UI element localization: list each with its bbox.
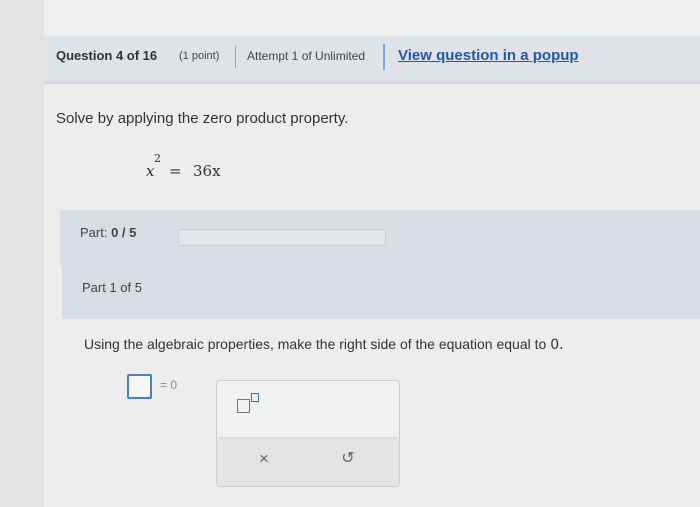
equation-equals: =	[169, 162, 182, 180]
progress-track	[178, 229, 386, 246]
math-toolbox: × ↺	[216, 380, 400, 487]
question-number: Question 4 of 16	[56, 48, 158, 63]
part-progress-bar: Part: 0 / 5	[60, 210, 700, 266]
question-points: (1 point)	[179, 50, 220, 62]
equation-exponent: 2	[154, 152, 161, 165]
view-in-popup-link[interactable]: View question in a popup	[398, 47, 579, 64]
part-instruction: Using the algebraic properties, make the…	[84, 336, 564, 353]
superscript-template-icon[interactable]	[237, 393, 265, 417]
question-header: Question 4 of 16 (1 point) Attempt 1 of …	[44, 36, 700, 84]
undo-icon[interactable]: ↺	[337, 448, 359, 474]
header-divider	[235, 46, 236, 68]
answer-equals-zero: = 0	[160, 378, 178, 392]
equation-rhs: 36x	[193, 162, 221, 180]
part-title: Part 1 of 5	[82, 280, 142, 295]
part-score: 0 / 5	[111, 225, 137, 240]
top-margin	[44, 0, 700, 36]
template-base-box	[237, 399, 250, 413]
attempt-info: Attempt 1 of Unlimited	[247, 49, 366, 63]
part-instruction-value: 0.	[550, 337, 564, 353]
part-progress-label: Part: 0 / 5	[80, 225, 136, 240]
part-label-text: Part:	[80, 225, 108, 240]
part-header: Part 1 of 5	[62, 265, 700, 319]
answer-input[interactable]	[127, 374, 152, 399]
left-margin	[0, 0, 44, 507]
clear-icon[interactable]: ×	[253, 449, 275, 473]
question-instruction: Solve by applying the zero product prope…	[56, 110, 349, 127]
toolbox-actions: × ↺	[217, 437, 399, 486]
header-divider-accent	[383, 44, 385, 70]
equation: x 2 = 36x	[146, 150, 266, 180]
part-instruction-text: Using the algebraic properties, make the…	[84, 336, 547, 352]
template-power-box	[251, 393, 259, 402]
